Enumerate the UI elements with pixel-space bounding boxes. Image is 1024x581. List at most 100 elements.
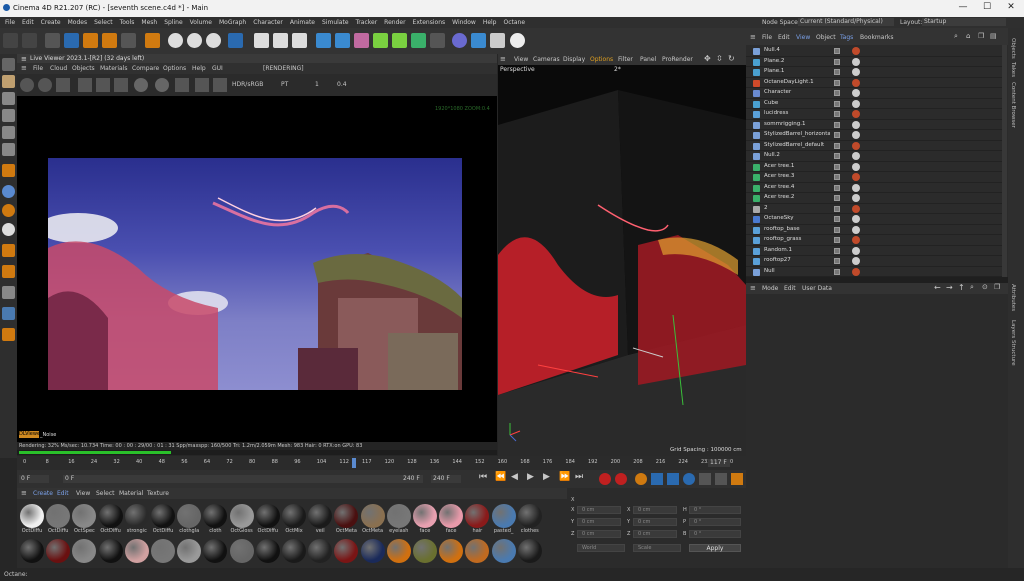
timeline-menu-icon[interactable] — [731, 473, 743, 485]
mat-menu-material[interactable]: Material — [119, 490, 143, 497]
locked-workplane-icon[interactable] — [2, 265, 15, 278]
material-swatch[interactable] — [491, 539, 516, 563]
tag-icon[interactable] — [852, 131, 860, 139]
deformer-icon[interactable] — [392, 33, 407, 48]
lock-icon[interactable] — [114, 78, 128, 92]
grid-toggle-icon[interactable] — [195, 78, 209, 92]
material-swatch[interactable] — [20, 504, 44, 528]
visibility-toggle[interactable] — [834, 226, 840, 233]
visibility-toggle[interactable] — [834, 258, 840, 264]
object-row[interactable]: OctaneDayLight.1 — [746, 78, 1006, 89]
edges-mode-icon[interactable] — [2, 126, 15, 139]
panel-menu-icon[interactable]: ≡ — [750, 284, 756, 292]
object-row[interactable]: rooftop_grass — [746, 235, 1006, 246]
object-name[interactable]: Acer tree.1 — [764, 163, 830, 169]
menu-tools[interactable]: Tools — [120, 19, 135, 26]
next-frame-icon[interactable]: ▶ — [543, 472, 550, 482]
kernel-dropdown[interactable]: PT — [281, 81, 288, 88]
size-y-field[interactable]: 0 cm — [633, 518, 677, 526]
material-swatch[interactable] — [203, 504, 228, 528]
tag-icon[interactable] — [852, 120, 860, 129]
om-menu-bookmarks[interactable]: Bookmarks — [860, 34, 894, 41]
visibility-toggle[interactable] — [834, 237, 840, 243]
visibility-toggle[interactable] — [834, 205, 840, 212]
om-menu-object[interactable]: Object — [816, 34, 836, 41]
new-window-icon[interactable]: ❐ — [978, 32, 984, 40]
tab-takes[interactable]: Takes — [1010, 62, 1016, 77]
tag-icon[interactable] — [852, 246, 860, 255]
world-dropdown[interactable]: World — [577, 544, 625, 552]
position-z-field[interactable]: 0 cm — [577, 530, 621, 538]
menu-tracker[interactable]: Tracker — [356, 19, 378, 26]
tab-content-browser[interactable]: Content Browser — [1010, 82, 1016, 128]
cloner-icon[interactable] — [373, 33, 388, 48]
menu-render[interactable]: Render — [384, 19, 405, 26]
tag-icon[interactable] — [852, 152, 860, 160]
visibility-toggle[interactable] — [834, 48, 840, 54]
object-row[interactable]: 2 — [746, 204, 1006, 215]
search-icon[interactable]: ⌕ — [970, 283, 974, 292]
region-render-icon[interactable] — [78, 78, 92, 92]
object-name[interactable]: 2 — [764, 205, 830, 211]
rotate-view-icon[interactable]: ↻ — [728, 54, 735, 63]
material-swatch[interactable] — [413, 504, 437, 528]
rotation-key-icon[interactable] — [683, 473, 695, 485]
visibility-toggle[interactable] — [834, 142, 840, 149]
visibility-toggle[interactable] — [834, 174, 840, 180]
menu-spline[interactable]: Spline — [164, 19, 182, 26]
material-swatch[interactable] — [282, 504, 306, 528]
home-icon[interactable]: ⌂ — [966, 32, 970, 40]
vp-menu-panel[interactable]: Panel — [640, 56, 656, 63]
material-swatch[interactable] — [229, 539, 254, 563]
material-swatch[interactable] — [177, 539, 202, 563]
solo-icon[interactable] — [2, 223, 15, 236]
environment-icon[interactable] — [411, 33, 426, 48]
material-swatch[interactable] — [124, 539, 149, 563]
next-key-icon[interactable]: ⏩ — [559, 472, 570, 482]
clay-mode-icon[interactable] — [134, 78, 148, 92]
autokey-icon[interactable] — [615, 473, 627, 485]
object-row[interactable]: StylizedBarrel_default — [746, 141, 1006, 152]
position-x-field[interactable]: 0 cm — [577, 506, 621, 514]
editor-viewport[interactable]: Perspective 2* Grid Spacing : 100000 cm — [498, 65, 746, 456]
send-scene-icon[interactable] — [20, 78, 34, 92]
menu-edit[interactable]: Edit — [22, 19, 34, 26]
render-settings-icon[interactable] — [292, 33, 307, 48]
object-name[interactable]: StylizedBarrel_horizontal — [764, 131, 830, 137]
object-row[interactable]: Random.1 — [746, 246, 1006, 257]
object-row[interactable]: Null.2 — [746, 151, 1006, 162]
lv-menu-compare[interactable]: Compare — [132, 65, 159, 72]
polygons-mode-icon[interactable] — [2, 143, 15, 156]
tag-icon[interactable] — [852, 141, 860, 150]
menu-window[interactable]: Window — [452, 19, 476, 26]
rotate-tool-icon[interactable] — [102, 33, 117, 48]
grid-icon[interactable] — [490, 33, 505, 48]
tag-icon[interactable] — [852, 236, 860, 244]
material-swatch[interactable] — [465, 504, 490, 528]
rotation-b-field[interactable]: 0 ° — [689, 530, 741, 538]
object-name[interactable]: OctaneSky — [764, 215, 830, 221]
new-window-icon[interactable]: ❐ — [994, 283, 1000, 291]
size-z-field[interactable]: 0 cm — [633, 530, 677, 538]
material-swatch[interactable] — [386, 539, 411, 563]
make-editable-icon[interactable] — [2, 58, 15, 71]
spp-field[interactable]: 1 — [315, 81, 319, 88]
close-button[interactable]: ✕ — [1004, 2, 1018, 12]
object-name[interactable]: Character — [764, 89, 830, 95]
zoom-view-icon[interactable]: ⇳ — [716, 54, 723, 63]
param-key-icon[interactable] — [699, 473, 711, 485]
tag-icon[interactable] — [852, 225, 860, 234]
record-keys-icon[interactable] — [599, 473, 611, 485]
visibility-toggle[interactable] — [834, 69, 840, 75]
start-frame-field[interactable]: 0 F — [19, 475, 49, 483]
vp-menu-filter[interactable]: Filter — [618, 56, 633, 63]
transform-tool-icon[interactable] — [145, 33, 160, 48]
material-swatch[interactable] — [386, 504, 411, 528]
redo-icon[interactable] — [22, 33, 37, 48]
material-swatch[interactable] — [46, 539, 71, 563]
tag-icon[interactable] — [852, 257, 860, 265]
material-swatch[interactable] — [255, 539, 280, 563]
visibility-toggle[interactable] — [834, 216, 840, 222]
checker-icon[interactable] — [2, 307, 15, 320]
focus-picker-icon[interactable] — [175, 78, 189, 92]
